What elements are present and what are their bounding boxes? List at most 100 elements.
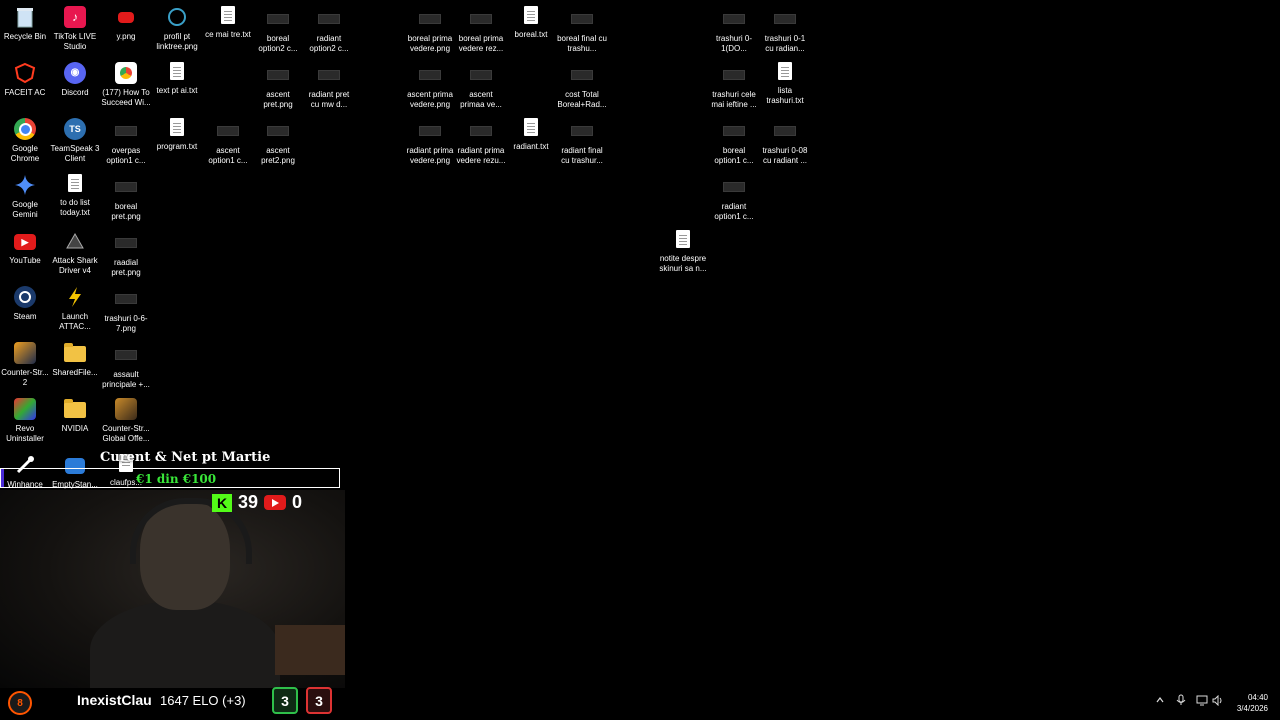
raadial-pret-file[interactable]: raadial pret.png: [101, 230, 151, 278]
folder-icon: [64, 343, 86, 362]
how-to-succeed-shortcut[interactable]: (177) How To Succeed Wi...: [101, 62, 151, 108]
radiant-final-file[interactable]: radiant final cu trashur...: [557, 118, 607, 166]
trashuri-ieftine-file[interactable]: trashuri cele mai ieftine ...: [709, 62, 759, 110]
image-thumbnail-icon: [470, 14, 492, 24]
google-chrome-shortcut[interactable]: Google Chrome: [0, 118, 50, 164]
recycle-bin-shortcut[interactable]: Recycle Bin: [0, 6, 50, 42]
text-file-icon: [524, 118, 538, 136]
image-thumbnail-icon: [318, 14, 340, 24]
text-file-icon: [170, 62, 184, 80]
ce-mai-tre-file[interactable]: ce mai tre.txt: [203, 6, 253, 40]
clock-time: 04:40: [1247, 693, 1268, 702]
ascent-pret2-file[interactable]: ascent pret2.png: [253, 118, 303, 166]
image-thumbnail-icon: [267, 14, 289, 24]
ascent-primaa-file[interactable]: ascent primaa ve...: [456, 62, 506, 110]
revo-icon: [14, 398, 36, 420]
radiant-pret-file[interactable]: radiant pret cu mw d...: [304, 62, 354, 110]
google-gemini-shortcut[interactable]: Google Gemini: [0, 174, 50, 220]
lista-trashuri-file[interactable]: lista trashuri.txt: [760, 62, 810, 106]
notite-skinuri-file[interactable]: notite despre skinuri sa n...: [658, 230, 708, 274]
trashuri-01-do-file[interactable]: trashuri 0-1(DO...: [709, 6, 759, 54]
youtube-shortcut[interactable]: ▶ YouTube: [0, 230, 50, 266]
image-thumbnail-icon: [571, 126, 593, 136]
program-txt-file[interactable]: program.txt: [152, 118, 202, 152]
csgo-shortcut[interactable]: Counter-Str... Global Offe...: [101, 398, 151, 444]
image-thumbnail-icon: [774, 126, 796, 136]
webcam-desk: [275, 625, 345, 675]
ascent-option1-file[interactable]: ascent option1 c...: [203, 118, 253, 166]
counter-strike-2-shortcut[interactable]: Counter-Str... 2: [0, 342, 50, 388]
boreal-option2-file[interactable]: boreal option2 c...: [253, 6, 303, 54]
gemini-icon: [14, 174, 36, 196]
teamspeak-shortcut[interactable]: TS TeamSpeak 3 Client: [50, 118, 100, 164]
donation-goal-amount: €1 din €100: [136, 472, 217, 486]
radiant-option1-file[interactable]: radiant option1 c...: [709, 174, 759, 222]
boreal-txt-file[interactable]: boreal.txt: [506, 6, 556, 40]
nvidia-folder[interactable]: NVIDIA: [50, 398, 100, 434]
webcam-feed: [0, 490, 345, 688]
cs2-icon: [14, 342, 36, 364]
trashuri-01-radian-file[interactable]: trashuri 0-1 cu radian...: [760, 6, 810, 54]
boreal-prima-vedere-rez-file[interactable]: boreal prima vedere rez...: [456, 6, 506, 54]
radiant-txt-file[interactable]: radiant.txt: [506, 118, 556, 152]
discord-shortcut[interactable]: ◉ Discord: [50, 62, 100, 98]
network-icon[interactable]: [1194, 692, 1210, 708]
csgo-icon: [115, 398, 137, 420]
volume-icon[interactable]: [1210, 692, 1226, 708]
radiant-option2-file[interactable]: radiant option2 c...: [304, 6, 354, 54]
viewer-counters: K 39 0: [212, 492, 302, 513]
radiant-prima-vedere-rezu-file[interactable]: radiant prima vedere rezu...: [456, 118, 506, 166]
youtube-image-icon: [118, 12, 134, 23]
player-name: InexistClau: [77, 692, 152, 708]
trashuri-067-file[interactable]: trashuri 0-6-7.png: [101, 286, 151, 334]
launch-attack-shortcut[interactable]: Launch ATTAC...: [50, 286, 100, 332]
boreal-option1-file[interactable]: boreal option1 c...: [709, 118, 759, 166]
text-file-icon: [524, 6, 538, 24]
image-thumbnail-icon: [470, 126, 492, 136]
attack-shark-driver-shortcut[interactable]: Attack Shark Driver v4: [50, 230, 100, 276]
system-clock[interactable]: 04:40 3/4/2026: [1237, 692, 1268, 714]
text-file-icon: [778, 62, 792, 80]
tiktok-live-studio-shortcut[interactable]: ♪ TikTok LIVE Studio: [50, 6, 100, 52]
clock-date: 3/4/2026: [1236, 704, 1268, 713]
image-thumbnail-icon: [115, 294, 137, 304]
player-elo: 1647 ELO (+3): [160, 693, 246, 708]
overpas-option1-file[interactable]: overpas option1 c...: [101, 118, 151, 166]
boreal-pret-file[interactable]: boreal pret.png: [101, 174, 151, 222]
cost-total-file[interactable]: cost Total Boreal+Rad...: [557, 62, 607, 110]
image-thumbnail-icon: [571, 70, 593, 80]
microphone-icon[interactable]: [1173, 692, 1189, 708]
faceit-icon: [14, 62, 36, 84]
boreal-prima-vedere-file[interactable]: boreal prima vedere.png: [405, 6, 455, 54]
faceit-level-badge: 8: [8, 691, 32, 715]
image-thumbnail-icon: [217, 126, 239, 136]
image-thumbnail-icon: [318, 70, 340, 80]
circle-image-icon: [168, 8, 186, 26]
discord-icon: ◉: [64, 62, 86, 84]
text-file-icon: [170, 118, 184, 136]
image-thumbnail-icon: [419, 70, 441, 80]
chevron-up-icon[interactable]: [1152, 692, 1168, 708]
assault-principale-file[interactable]: assault principale +...: [101, 342, 151, 390]
image-thumbnail-icon: [267, 126, 289, 136]
image-thumbnail-icon: [115, 182, 137, 192]
wins-count: 3: [272, 687, 298, 714]
ascent-pret-file[interactable]: ascent pret.png: [253, 62, 303, 110]
youtube-icon: [264, 495, 287, 510]
boreal-final-file[interactable]: boreal final cu trashu...: [557, 6, 607, 54]
ascent-prima-vedere-file[interactable]: ascent prima vedere.png: [405, 62, 455, 110]
radiant-prima-vedere-file[interactable]: radiant prima vedere.png: [405, 118, 455, 166]
text-pt-ai-file[interactable]: text pt ai.txt: [152, 62, 202, 96]
chrome-icon: [14, 118, 36, 140]
to-do-list-file[interactable]: to do list today.txt: [50, 174, 100, 218]
text-file-icon: [221, 6, 235, 24]
sharedfile-folder[interactable]: SharedFile...: [50, 342, 100, 378]
faceit-ac-shortcut[interactable]: FACEIT AC: [0, 62, 50, 98]
lightning-icon: [64, 286, 86, 308]
revo-uninstaller-shortcut[interactable]: Revo Uninstaller: [0, 398, 50, 444]
steam-shortcut[interactable]: Steam: [0, 286, 50, 322]
profil-linktree-file[interactable]: profil pt linktree.png: [152, 6, 202, 52]
y-png-file[interactable]: y.png: [101, 6, 151, 42]
trashuri-008-file[interactable]: trashuri 0-08 cu radiant ...: [760, 118, 810, 166]
image-thumbnail-icon: [723, 126, 745, 136]
